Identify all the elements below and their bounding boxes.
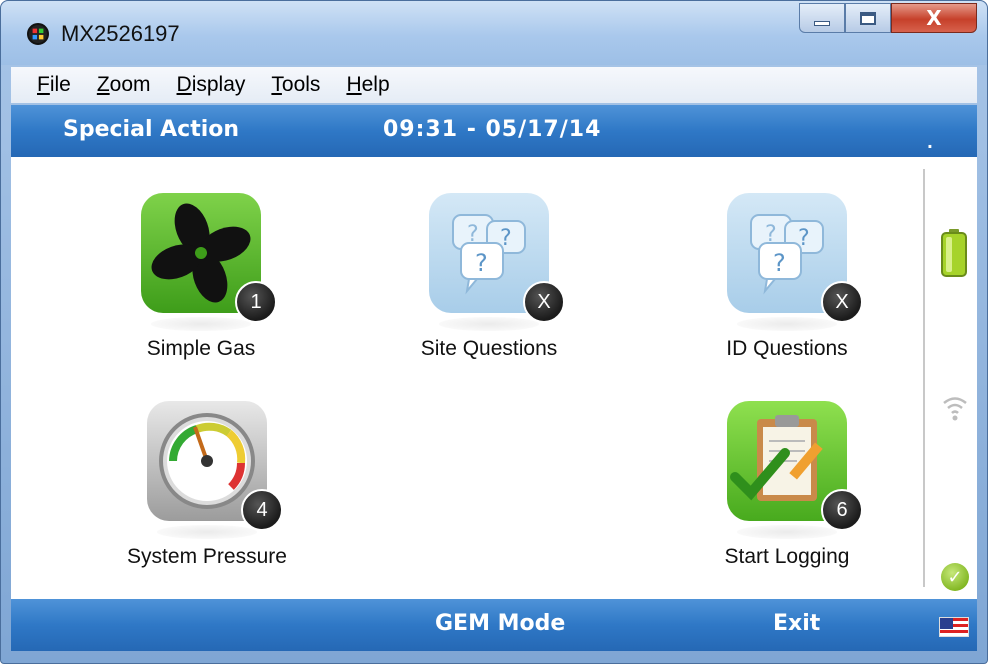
maximize-icon xyxy=(860,11,876,25)
clipboard-check-icon: 6 xyxy=(727,401,863,539)
tile-id-questions[interactable]: ? ? ? X ID Questions xyxy=(687,193,887,361)
question-bubbles-icon: ? ? ? X xyxy=(727,193,863,331)
tile-system-pressure[interactable]: 4 System Pressure xyxy=(107,401,307,569)
sidebar-divider xyxy=(923,169,925,587)
shortcut-badge: 4 xyxy=(241,489,283,531)
page-title: Special Action xyxy=(63,117,240,142)
gem-mode-button[interactable]: GEM Mode xyxy=(435,611,565,636)
shortcut-badge: 6 xyxy=(821,489,863,531)
svg-text:?: ? xyxy=(475,249,488,277)
tile-label: Simple Gas xyxy=(146,337,256,360)
tile-start-logging[interactable]: 6 Start Logging xyxy=(687,401,887,569)
tile-label: System Pressure xyxy=(127,545,287,568)
exit-button[interactable]: Exit xyxy=(773,611,820,636)
tile-label: Start Logging xyxy=(724,545,850,568)
shortcut-badge: X xyxy=(523,281,565,323)
menu-help[interactable]: Help xyxy=(346,73,389,97)
close-icon: X xyxy=(926,6,942,30)
window-title: MX2526197 xyxy=(61,21,180,46)
tile-simple-gas[interactable]: 1 Simple Gas xyxy=(101,193,301,361)
app-window: MX2526197 X File Zoom Display Tools Help… xyxy=(0,0,988,664)
app-logo-icon xyxy=(27,23,49,45)
title-bar[interactable]: MX2526197 X xyxy=(1,1,987,65)
maximize-button[interactable] xyxy=(845,3,891,33)
battery-icon xyxy=(941,229,967,277)
footer-bar: GEM Mode Exit xyxy=(11,599,977,651)
menu-file[interactable]: File xyxy=(37,73,71,97)
menu-display[interactable]: Display xyxy=(177,73,246,97)
header-indicator: . xyxy=(926,133,933,152)
tile-label: Site Questions xyxy=(420,337,558,360)
datetime-display: 09:31 - 05/17/14 xyxy=(383,117,602,142)
tile-label: ID Questions xyxy=(726,337,848,360)
minimize-button[interactable] xyxy=(799,3,845,33)
menu-zoom[interactable]: Zoom xyxy=(97,73,151,97)
shortcut-badge: 1 xyxy=(235,281,277,323)
close-button[interactable]: X xyxy=(891,3,977,33)
us-flag-icon[interactable] xyxy=(939,617,969,637)
main-content: 1 Simple Gas ? ? ? X Site Questions ? ? … xyxy=(11,157,977,599)
shortcut-badge: X xyxy=(821,281,863,323)
menu-bar: File Zoom Display Tools Help xyxy=(11,67,977,103)
question-bubbles-icon: ? ? ? X xyxy=(429,193,565,331)
checkmark-icon: ✓ xyxy=(941,563,969,591)
minimize-icon xyxy=(814,20,830,26)
tile-site-questions[interactable]: ? ? ? X Site Questions xyxy=(389,193,589,361)
menu-tools[interactable]: Tools xyxy=(271,73,320,97)
svg-text:?: ? xyxy=(773,249,786,277)
pressure-gauge-icon: 4 xyxy=(147,401,283,539)
wifi-icon xyxy=(941,393,969,423)
fan-icon: 1 xyxy=(141,193,277,331)
header-bar: Special Action 09:31 - 05/17/14 . xyxy=(11,105,977,157)
